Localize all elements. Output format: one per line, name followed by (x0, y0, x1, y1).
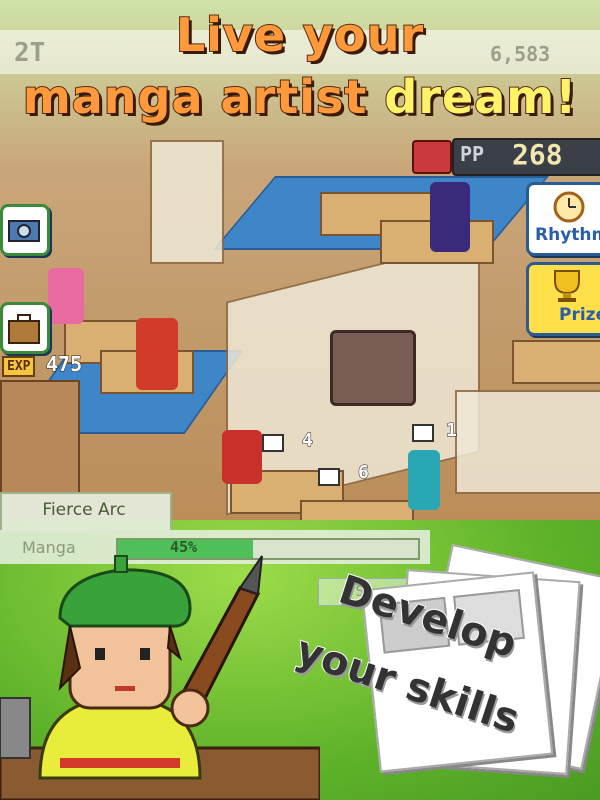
pp-label: PP (460, 142, 485, 166)
camera-button[interactable] (0, 204, 50, 256)
exp-badge: EXP (2, 356, 36, 377)
briefcase-button[interactable] (0, 302, 50, 354)
artist-character (136, 318, 178, 390)
artist-character (430, 182, 470, 252)
rhythm-button[interactable]: Rhythm (526, 182, 600, 256)
artist-character (408, 450, 440, 510)
ink-count: 6 (358, 462, 370, 484)
right-wall (455, 390, 600, 494)
ink-icon (318, 468, 340, 486)
artist-character (48, 268, 84, 324)
headline-line-2: manga artist dream! (0, 69, 600, 125)
headline-highlight: dream! (383, 69, 578, 125)
clock-icon (553, 191, 585, 223)
prize-label: Prize (559, 305, 600, 325)
exp-value: 475 (45, 352, 83, 377)
arc-title: Fierce Arc (42, 500, 126, 520)
partition-wall (150, 140, 224, 264)
prize-button[interactable]: Prize (526, 262, 600, 336)
ink-icon (412, 424, 434, 442)
briefcase-icon (8, 314, 40, 344)
mascot-artist (0, 555, 320, 800)
pp-value: 268 (512, 138, 563, 171)
camera-icon (8, 220, 40, 242)
ink-count: 1 (446, 420, 458, 442)
artist-character (222, 430, 262, 484)
trophy-icon (554, 270, 580, 302)
book-icon (412, 140, 452, 174)
rhythm-label: Rhythm (535, 225, 600, 245)
bookshelf (0, 380, 80, 494)
ink-count: 4 (302, 430, 314, 452)
armchair (330, 330, 416, 406)
game-screen: 2T 6,583 Live your manga artist dream! P… (0, 0, 600, 800)
ink-icon (262, 434, 284, 452)
desk (512, 340, 600, 384)
headline-prefix: manga artist (22, 69, 385, 125)
headline-line-1: Live your (175, 7, 425, 63)
